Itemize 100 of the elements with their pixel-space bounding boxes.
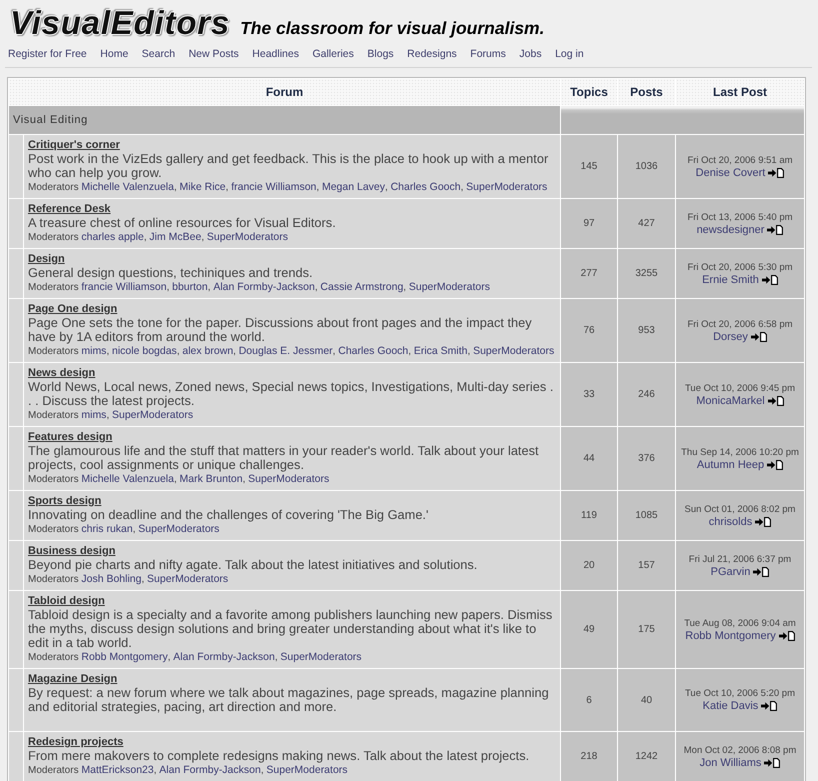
column-header: Forum	[9, 79, 560, 105]
moderator-link[interactable]: MattErickson23	[81, 764, 154, 776]
moderator-link[interactable]: Cassie Armstrong	[320, 281, 404, 293]
posts-cell: 1085	[618, 491, 675, 540]
moderator-link[interactable]: Douglas E. Jessmer	[238, 345, 333, 357]
last-post-author-link[interactable]: Denise Covert	[696, 166, 766, 178]
moderator-link[interactable]: mims	[81, 409, 106, 421]
moderator-link[interactable]: chris rukan	[81, 523, 133, 535]
moderator-link[interactable]: SuperModerators	[408, 281, 490, 293]
posts-cell: 157	[618, 541, 675, 590]
moderator-link[interactable]: Mike Rice	[180, 181, 226, 193]
moderator-link[interactable]: SuperModerators	[266, 764, 348, 776]
last-post-author-link[interactable]: newsdesigner	[696, 224, 764, 236]
moderator-link[interactable]: Alan Formby-Jackson	[173, 651, 275, 663]
nav-link[interactable]: Register for Free	[8, 48, 87, 61]
site-logo[interactable]: VisualEditors	[9, 7, 232, 38]
forum-title-link[interactable]: Reference Desk	[28, 203, 111, 215]
forum-title-link[interactable]: Page One design	[28, 303, 118, 315]
site-tagline: The classroom for visual journalism.	[240, 19, 544, 38]
moderator-link[interactable]: SuperModerators	[138, 523, 220, 535]
arrow-document-icon[interactable]	[768, 396, 784, 406]
nav-link[interactable]: New Posts	[188, 48, 239, 61]
arrow-document-icon[interactable]	[761, 701, 778, 711]
last-post-author-link[interactable]: Ernie Smith	[702, 274, 759, 286]
nav-link[interactable]: Headlines	[252, 48, 299, 61]
moderator-link[interactable]: Jim McBee	[149, 231, 202, 243]
moderator-link[interactable]: nicole bogdas	[112, 345, 177, 357]
moderator-link[interactable]: SuperModerators	[280, 651, 362, 663]
forum-title-link[interactable]: Business design	[28, 545, 116, 557]
last-post-author-link[interactable]: Robb Montgomery	[685, 630, 776, 642]
forum-description: General design questions, techiniques and trends.	[28, 266, 314, 280]
last-post-author-link[interactable]: PGarvin	[710, 566, 750, 578]
forum-title-link[interactable]: Tabloid design	[28, 595, 105, 607]
moderator-link[interactable]: SuperModerators	[466, 181, 548, 193]
moderator-link[interactable]: SuperModerators	[248, 473, 330, 485]
forum-title-link[interactable]: Sports design	[28, 495, 102, 507]
moderator-link[interactable]: Josh Bohling	[81, 573, 142, 585]
moderator-link[interactable]: SuperModerators	[147, 573, 228, 585]
moderator-link[interactable]: mims	[81, 345, 106, 357]
nav-link[interactable]: Search	[142, 48, 176, 61]
moderator-link[interactable]: francie Williamson	[231, 181, 316, 193]
arrow-document-icon[interactable]	[750, 332, 767, 342]
last-post-author-link[interactable]: chrisolds	[708, 516, 752, 528]
last-post-author-link[interactable]: Dorsey	[713, 330, 748, 342]
nav-link[interactable]: Jobs	[519, 48, 542, 61]
arrow-document-icon[interactable]	[753, 566, 770, 576]
last-post-author-link[interactable]: Katie Davis	[702, 700, 758, 712]
moderator-link[interactable]: Charles Gooch	[338, 345, 408, 357]
moderators-text: Moderators chris rukan, SuperModerators	[28, 522, 220, 537]
category-header[interactable]: Visual Editing	[9, 106, 560, 134]
moderators-text: Moderators Michelle Valenzuela, Mark Brunton, SuperModerators	[28, 472, 330, 487]
moderator-link[interactable]: Alan Formby-Jackson	[159, 764, 261, 776]
arrow-document-icon[interactable]	[767, 224, 784, 234]
moderator-link[interactable]: Michelle Valenzuela	[81, 181, 174, 193]
arrow-document-icon[interactable]	[762, 274, 778, 284]
moderator-link[interactable]: Megan Lavey	[322, 181, 385, 193]
posts-cell: 1036	[618, 135, 675, 198]
arrow-document-icon[interactable]	[755, 516, 772, 526]
moderator-link[interactable]: SuperModerators	[206, 231, 288, 243]
moderator-link[interactable]: Mark Brunton	[180, 473, 243, 485]
last-post-date: Fri Oct 20, 2006 6:58 pm	[686, 318, 794, 330]
nav-link[interactable]: Forums	[470, 48, 506, 61]
posts-cell: 40	[618, 669, 675, 731]
forum-title-link[interactable]: Design	[28, 253, 65, 265]
moderator-link[interactable]: francie Williamson	[81, 281, 167, 293]
arrow-document-icon[interactable]	[767, 460, 784, 470]
moderator-link[interactable]: charles apple	[81, 231, 144, 243]
moderator-link[interactable]: Alan Formby-Jackson	[213, 281, 315, 293]
arrow-document-icon[interactable]	[768, 168, 784, 178]
nav-link[interactable]: Home	[100, 48, 128, 61]
posts-cell: 953	[618, 299, 675, 362]
moderator-link[interactable]: Erica Smith	[414, 345, 468, 357]
nav-link[interactable]: Redesigns	[407, 48, 457, 61]
last-post-date: Tue Oct 10, 2006 9:45 pm	[684, 382, 796, 394]
nav-link[interactable]: Log in	[555, 48, 584, 61]
moderator-link[interactable]: alex brown	[182, 345, 234, 357]
forum-title-link[interactable]: Redesign projects	[28, 736, 124, 748]
last-post-author-link[interactable]: Autumn Heep	[696, 458, 764, 470]
arrow-document-icon[interactable]	[764, 758, 780, 768]
forum-title-link[interactable]: Magazine Design	[28, 673, 118, 685]
moderator-link[interactable]: bburton	[172, 281, 208, 293]
moderator-link[interactable]: SuperModerators	[473, 345, 554, 357]
topics-cell: 20	[561, 541, 617, 590]
last-post-date: Mon Oct 02, 2006 8:08 pm	[682, 744, 798, 756]
forum-title-link[interactable]: Features design	[28, 431, 112, 443]
forum-title-link[interactable]: Critiquer's corner	[28, 139, 120, 151]
moderator-link[interactable]: Charles Gooch	[390, 181, 461, 193]
arrow-document-icon[interactable]	[778, 630, 795, 640]
last-post-date: Tue Oct 10, 2006 5:20 pm	[684, 688, 796, 700]
forum-title-link[interactable]: News design	[28, 367, 96, 379]
forum-description: Innovating on deadline and the challenges of covering 'The Big Game.'	[28, 508, 430, 522]
moderator-link[interactable]: Robb Montgomery	[81, 651, 168, 663]
nav-link[interactable]: Blogs	[367, 48, 394, 61]
moderator-link[interactable]: Michelle Valenzuela	[81, 473, 174, 485]
topics-cell: 218	[561, 732, 617, 781]
moderator-link[interactable]: SuperModerators	[112, 409, 194, 421]
nav-link[interactable]: Galleries	[312, 48, 354, 61]
last-post-author-link[interactable]: Jon Williams	[700, 756, 762, 768]
last-post-author-link[interactable]: MonicaMarkel	[696, 394, 765, 406]
posts-cell: 246	[618, 363, 675, 426]
